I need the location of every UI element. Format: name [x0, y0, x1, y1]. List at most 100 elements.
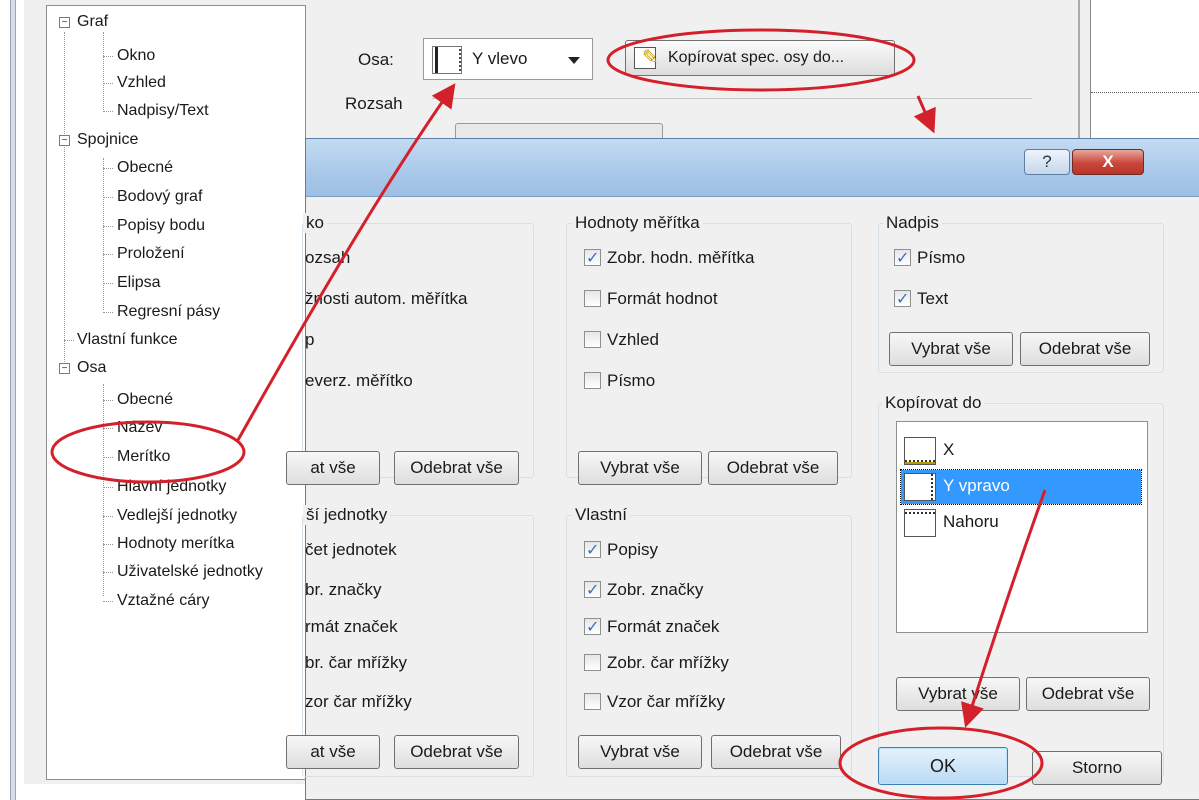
tree-connector — [103, 601, 113, 602]
checkbox-caption-pismo[interactable]: Písmo — [894, 247, 965, 269]
checkbox-box[interactable] — [584, 331, 601, 348]
minor-option-marks[interactable]: br. značky — [305, 579, 382, 601]
checkbox-box[interactable] — [584, 290, 601, 307]
tree-node-label: Uživatelské jednotky — [117, 563, 263, 580]
checkbox-box[interactable] — [584, 654, 601, 671]
checkbox-label: Zobr. čar mřížky — [607, 653, 729, 672]
tree-node-meritko[interactable]: Merítko — [103, 447, 170, 467]
scale-values-deselect-all-button[interactable]: Odebrat vše — [708, 451, 838, 485]
tree-node-graf[interactable]: − Graf — [59, 12, 108, 32]
checkbox-box[interactable] — [894, 247, 911, 269]
custom-group-title: Vlastní — [572, 505, 630, 525]
tree-node-popisy-bodu[interactable]: Popisy bodu — [103, 216, 205, 236]
checkbox-label: Formát značek — [607, 617, 720, 636]
copy-to-select-all-button[interactable]: Vybrat vše — [896, 677, 1020, 711]
help-button[interactable]: ? — [1024, 149, 1070, 175]
settings-tree[interactable]: − Graf Okno Vzhled Nadpisy/Text − Spojnice… — [46, 5, 306, 780]
copy-to-list[interactable]: X Y vpravo Nahoru — [896, 421, 1148, 633]
minor-select-all-button[interactable]: at vše — [286, 735, 380, 769]
chevron-down-icon[interactable] — [568, 57, 580, 64]
tree-node-label: Spojnice — [77, 131, 139, 148]
minor-option-mark-format[interactable]: rmát značek — [305, 616, 398, 638]
close-button[interactable]: X — [1072, 149, 1144, 175]
tree-node-elipsa[interactable]: Elipsa — [103, 273, 161, 293]
checkbox-vzhled[interactable]: Vzhled — [584, 329, 659, 351]
scale-select-all-button[interactable]: at vše — [286, 451, 380, 485]
checkbox-pismo[interactable]: Písmo — [584, 370, 655, 392]
cancel-button[interactable]: Storno — [1032, 751, 1162, 785]
tree-node-obecne[interactable]: Obecné — [103, 158, 173, 178]
tree-node-osa[interactable]: − Osa — [59, 358, 106, 378]
copy-axis-spec-button[interactable]: ✎ Kopírovat spec. osy do... — [625, 40, 895, 76]
copy-to-item-x[interactable]: X — [901, 434, 1141, 468]
scale-option-auto[interactable]: žnosti autom. měřítka — [305, 288, 468, 310]
caption-select-all-button[interactable]: Vybrat vše — [889, 332, 1013, 366]
tree-node-osa-obecne[interactable]: Obecné — [103, 390, 173, 410]
checkbox-zobr-znacky[interactable]: Zobr. značky — [584, 579, 703, 601]
tree-node-label: Vlastní funkce — [77, 331, 178, 348]
tree-node-vztazne-cary[interactable]: Vztažné cáry — [103, 591, 209, 611]
scale-group-title: ko — [303, 213, 327, 233]
scale-values-group-title: Hodnoty měřítka — [572, 213, 703, 233]
ok-button[interactable]: OK — [878, 747, 1008, 785]
tree-node-bodovy-graf[interactable]: Bodový graf — [103, 187, 202, 207]
checkbox-box[interactable] — [584, 372, 601, 389]
custom-select-all-button[interactable]: Vybrat vše — [578, 735, 702, 769]
checkbox-zobr-car-mrizky[interactable]: Zobr. čar mřížky — [584, 652, 729, 674]
axis-y-left-icon — [432, 46, 462, 74]
collapse-icon[interactable]: − — [59, 17, 70, 28]
copy-to-deselect-all-button[interactable]: Odebrat vše — [1026, 677, 1150, 711]
checkbox-format-hodnot[interactable]: Formát hodnot — [584, 288, 718, 310]
checkbox-box[interactable] — [584, 579, 601, 601]
checkbox-label: Vzor čar mřížky — [607, 692, 726, 711]
tree-node-vzhled[interactable]: Vzhled — [103, 73, 166, 93]
tree-node-hlavni-jednotky[interactable]: Hlavní jednotky — [103, 477, 226, 497]
checkbox-zobr-hodn-meritka[interactable]: Zobr. hodn. měřítka — [584, 247, 754, 269]
minor-units-group-title: ší jednotky — [303, 505, 391, 525]
copy-to-item-y-vpravo[interactable]: Y vpravo — [900, 469, 1142, 505]
checkbox-format-znacek[interactable]: Formát značek — [584, 616, 719, 638]
axis-select[interactable]: Y vlevo — [423, 38, 593, 80]
scale-option-range[interactable]: ozsah — [305, 247, 350, 269]
tree-node-prolozeni[interactable]: Proložení — [103, 244, 185, 264]
tree-node-label: Vedlejší jednotky — [117, 507, 238, 524]
axis-x-icon — [904, 437, 936, 465]
custom-deselect-all-button[interactable]: Odebrat vše — [711, 735, 841, 769]
tree-node-uzivatelske-jednotky[interactable]: Uživatelské jednotky — [103, 562, 263, 582]
checkbox-box[interactable] — [584, 539, 601, 561]
dialog-title-bar[interactable]: ? X — [306, 139, 1199, 197]
scale-values-select-all-button[interactable]: Vybrat vše — [578, 451, 702, 485]
checkbox-label: Zobr. hodn. měřítka — [607, 248, 755, 267]
checkbox-box[interactable] — [894, 288, 911, 310]
checkbox-box[interactable] — [584, 616, 601, 638]
pencil-icon: ✎ — [642, 47, 659, 69]
tree-node-nadpisy-text[interactable]: Nadpisy/Text — [103, 101, 209, 121]
tree-node-okno[interactable]: Okno — [103, 46, 155, 66]
checkbox-box[interactable] — [584, 247, 601, 269]
collapse-icon[interactable]: − — [59, 135, 70, 146]
tree-node-vedlejsi-jednotky[interactable]: Vedlejší jednotky — [103, 506, 237, 526]
minor-option-count[interactable]: čet jednotek — [305, 539, 397, 561]
tree-node-regresni-pasy[interactable]: Regresní pásy — [103, 302, 220, 322]
checkbox-vzor-car-mrizky[interactable]: Vzor čar mřížky — [584, 691, 725, 713]
tree-connector — [103, 400, 113, 401]
minor-option-grid[interactable]: br. čar mřížky — [305, 652, 407, 674]
tree-node-nazev[interactable]: Název — [103, 418, 162, 438]
checkbox-caption-text[interactable]: Text — [894, 288, 948, 310]
scale-option-reverse[interactable]: everz. měřítko — [305, 370, 413, 392]
tree-node-spojnice[interactable]: − Spojnice — [59, 130, 138, 150]
tree-node-vlastni-funkce[interactable]: Vlastní funkce — [64, 330, 178, 350]
checkbox-popisy[interactable]: Popisy — [584, 539, 658, 561]
caption-deselect-all-button[interactable]: Odebrat vše — [1020, 332, 1150, 366]
minor-option-grid-pattern[interactable]: zor čar mřížky — [305, 691, 412, 713]
collapse-icon[interactable]: − — [59, 363, 70, 374]
copy-to-item-nahoru[interactable]: Nahoru — [901, 506, 1141, 540]
minor-deselect-all-button[interactable]: Odebrat vše — [394, 735, 519, 769]
tree-connector — [103, 83, 113, 84]
checkbox-box[interactable] — [584, 693, 601, 710]
scale-deselect-all-button[interactable]: Odebrat vše — [394, 451, 519, 485]
tree-node-hodnoty-meritka[interactable]: Hodnoty merítka — [103, 534, 234, 554]
scale-option-type[interactable]: p — [305, 329, 314, 351]
checkbox-label: Popisy — [607, 540, 659, 559]
tree-connector — [103, 283, 113, 284]
